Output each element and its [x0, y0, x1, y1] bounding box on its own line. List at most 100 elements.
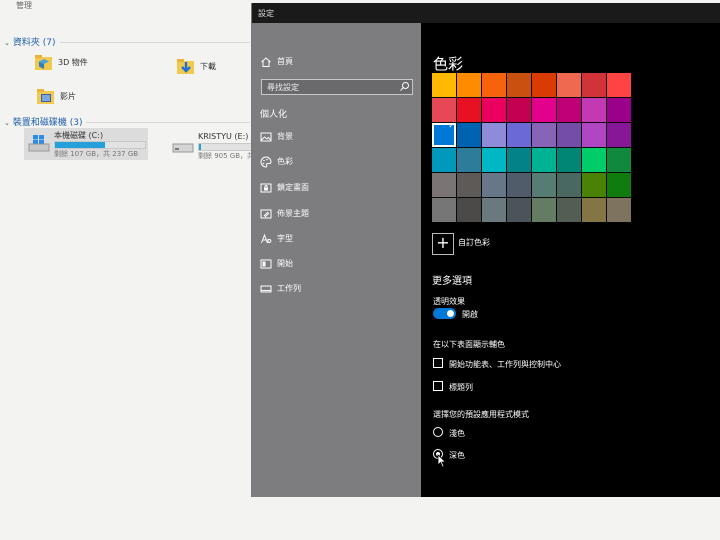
color-swatch[interactable] [557, 148, 581, 172]
devices-group-label: 裝置和磁碟機 (3) [12, 118, 83, 128]
devices-group-header[interactable]: ⌄ 裝置和磁碟機 (3) [4, 115, 83, 128]
nav-item-lock-screen[interactable]: 鎖定畫面 [260, 181, 415, 195]
color-swatch[interactable] [532, 123, 556, 147]
custom-color-label[interactable]: 自訂色彩 [458, 237, 490, 248]
color-swatch[interactable] [532, 198, 556, 222]
color-swatch[interactable] [432, 98, 456, 122]
color-swatch[interactable] [607, 98, 631, 122]
windows-drive-icon [28, 135, 50, 152]
color-swatch[interactable] [432, 173, 456, 197]
start-taskbar-checkbox[interactable] [433, 358, 443, 368]
color-swatch[interactable] [507, 73, 531, 97]
color-swatch[interactable] [557, 198, 581, 222]
color-swatch[interactable] [482, 123, 506, 147]
drive-name: KRISTYU (E:) [198, 132, 249, 141]
color-swatch[interactable] [507, 123, 531, 147]
more-options-heading: 更多選項 [432, 276, 472, 287]
ribbon-strip: 管理 [0, 0, 260, 12]
color-swatch[interactable] [582, 73, 606, 97]
color-swatch[interactable] [557, 173, 581, 197]
palette-icon [260, 156, 272, 168]
color-swatch[interactable] [482, 98, 506, 122]
color-swatch[interactable] [432, 148, 456, 172]
color-swatch[interactable] [557, 73, 581, 97]
drive-usage-fill [55, 142, 105, 148]
nav-home-label: 首頁 [277, 57, 293, 66]
checkbox-label[interactable]: 開始功能表、工作列與控制中心 [449, 359, 561, 370]
color-swatch[interactable] [532, 73, 556, 97]
search-icon[interactable] [399, 81, 410, 92]
manage-tab-label[interactable]: 管理 [16, 0, 32, 11]
nav-item-label: 背景 [277, 132, 293, 141]
color-swatch[interactable] [432, 198, 456, 222]
radio-label[interactable]: 淺色 [449, 428, 465, 439]
nav-item-background[interactable]: 背景 [260, 130, 415, 144]
color-swatch[interactable] [482, 148, 506, 172]
radio-label[interactable]: 深色 [449, 450, 465, 461]
color-swatch[interactable] [432, 73, 456, 97]
color-swatch[interactable] [607, 173, 631, 197]
color-swatch[interactable] [482, 173, 506, 197]
color-swatch[interactable] [582, 148, 606, 172]
color-swatch[interactable] [457, 198, 481, 222]
color-swatch[interactable] [432, 121, 456, 147]
color-swatch[interactable] [457, 173, 481, 197]
title-bars-checkbox[interactable] [433, 381, 443, 391]
color-swatch[interactable] [582, 123, 606, 147]
accent-surfaces-label: 在以下表面顯示輔色 [433, 340, 505, 349]
drive-name: 本機磁碟 (C:) [54, 131, 104, 140]
color-swatch[interactable] [557, 98, 581, 122]
settings-content: 色彩 + 自訂色彩 更多選項 透明效果 開啟 在以下表面顯示輔色 開始功能表、工… [421, 23, 720, 497]
window-title: 設定 [258, 9, 274, 18]
nav-item-taskbar[interactable]: 工作列 [260, 282, 415, 296]
nav-item-colors[interactable]: 色彩 [260, 155, 415, 169]
color-swatch[interactable] [532, 148, 556, 172]
nav-item-themes[interactable]: 佈景主題 [260, 207, 415, 221]
color-swatch[interactable] [507, 148, 531, 172]
color-swatch[interactable] [607, 123, 631, 147]
nav-item-start[interactable]: 開始 [260, 257, 415, 271]
color-swatch[interactable] [607, 148, 631, 172]
settings-window: 設定 首頁 尋找設定 個人化 背景 色彩 鎖定畫面 佈景主題 字型 開始 工作列… [251, 3, 720, 497]
light-mode-radio[interactable] [433, 427, 443, 437]
color-swatch[interactable] [457, 123, 481, 147]
color-swatch[interactable] [557, 123, 581, 147]
transparency-state: 開啟 [462, 310, 478, 319]
color-swatch[interactable] [582, 173, 606, 197]
search-settings-input[interactable]: 尋找設定 [261, 79, 413, 95]
nav-home[interactable]: 首頁 [260, 55, 415, 69]
transparency-toggle[interactable] [433, 308, 456, 319]
title-bar[interactable]: 設定 [252, 3, 720, 23]
color-swatch[interactable] [507, 173, 531, 197]
checkbox-label[interactable]: 標題列 [449, 382, 473, 393]
drive-c[interactable]: 本機磁碟 (C:) 剩餘 107 GB，共 237 GB [24, 128, 148, 160]
nav-item-label: 佈景主題 [277, 209, 309, 218]
add-custom-color-button[interactable]: + [432, 233, 454, 255]
font-icon [261, 233, 272, 244]
color-swatch[interactable] [607, 198, 631, 222]
color-swatch[interactable] [607, 73, 631, 97]
color-swatch[interactable] [457, 98, 481, 122]
app-mode-label: 選擇您的預設應用程式模式 [433, 410, 529, 419]
color-swatch[interactable] [532, 98, 556, 122]
color-swatch[interactable] [507, 98, 531, 122]
nav-item-label: 鎖定畫面 [277, 183, 309, 192]
folders-group-header[interactable]: ⌄ 資料夾 (7) [4, 35, 56, 48]
drive-free-space: 剩餘 107 GB，共 237 GB [54, 150, 139, 158]
color-swatch[interactable] [457, 148, 481, 172]
color-swatch[interactable] [582, 198, 606, 222]
color-swatch[interactable] [507, 198, 531, 222]
color-swatch[interactable] [457, 73, 481, 97]
color-swatch[interactable] [532, 173, 556, 197]
color-swatch[interactable] [482, 73, 506, 97]
drive-e[interactable]: KRISTYU (E:) 剩餘 905 GB，共 [168, 130, 260, 162]
folder-label: 影片 [60, 92, 76, 101]
nav-item-fonts[interactable]: 字型 [260, 232, 415, 246]
chevron-down-icon: ⌄ [4, 39, 10, 47]
color-swatch[interactable] [582, 98, 606, 122]
usb-drive-icon [172, 143, 194, 153]
drive-free-space: 剩餘 905 GB，共 [198, 152, 255, 160]
home-icon [261, 57, 271, 67]
settings-sidebar: 首頁 尋找設定 個人化 背景 色彩 鎖定畫面 佈景主題 字型 開始 工作列 [252, 23, 421, 497]
color-swatch[interactable] [482, 198, 506, 222]
